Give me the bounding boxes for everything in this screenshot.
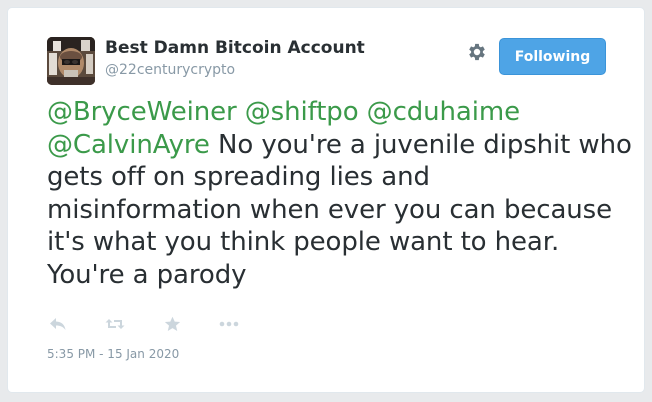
mention-link[interactable]: @BryceWeiner — [47, 97, 237, 127]
tweet-timestamp[interactable]: 5:35 PM - 15 Jan 2020 — [47, 347, 179, 361]
avatar[interactable] — [47, 37, 95, 85]
tweet-text: @BryceWeiner @shiftpo @cduhaime @CalvinA… — [47, 96, 632, 291]
display-name[interactable]: Best Damn Bitcoin Account — [105, 38, 365, 58]
retweet-icon[interactable] — [104, 313, 126, 335]
star-icon[interactable] — [161, 313, 183, 335]
mention-link[interactable]: @cduhaime — [367, 97, 520, 127]
following-button[interactable]: Following — [499, 38, 606, 75]
mention-link[interactable]: @CalvinAyre — [47, 130, 210, 160]
gear-icon[interactable] — [466, 41, 488, 63]
tweet-card: Best Damn Bitcoin Account @22centurycryp… — [7, 7, 645, 393]
reply-icon[interactable] — [47, 313, 69, 335]
more-icon[interactable] — [218, 313, 240, 335]
user-handle[interactable]: @22centurycrypto — [105, 62, 235, 78]
mention-link[interactable]: @shiftpo — [245, 97, 359, 127]
avatar-image — [47, 37, 95, 85]
tweet-actions — [47, 313, 240, 335]
